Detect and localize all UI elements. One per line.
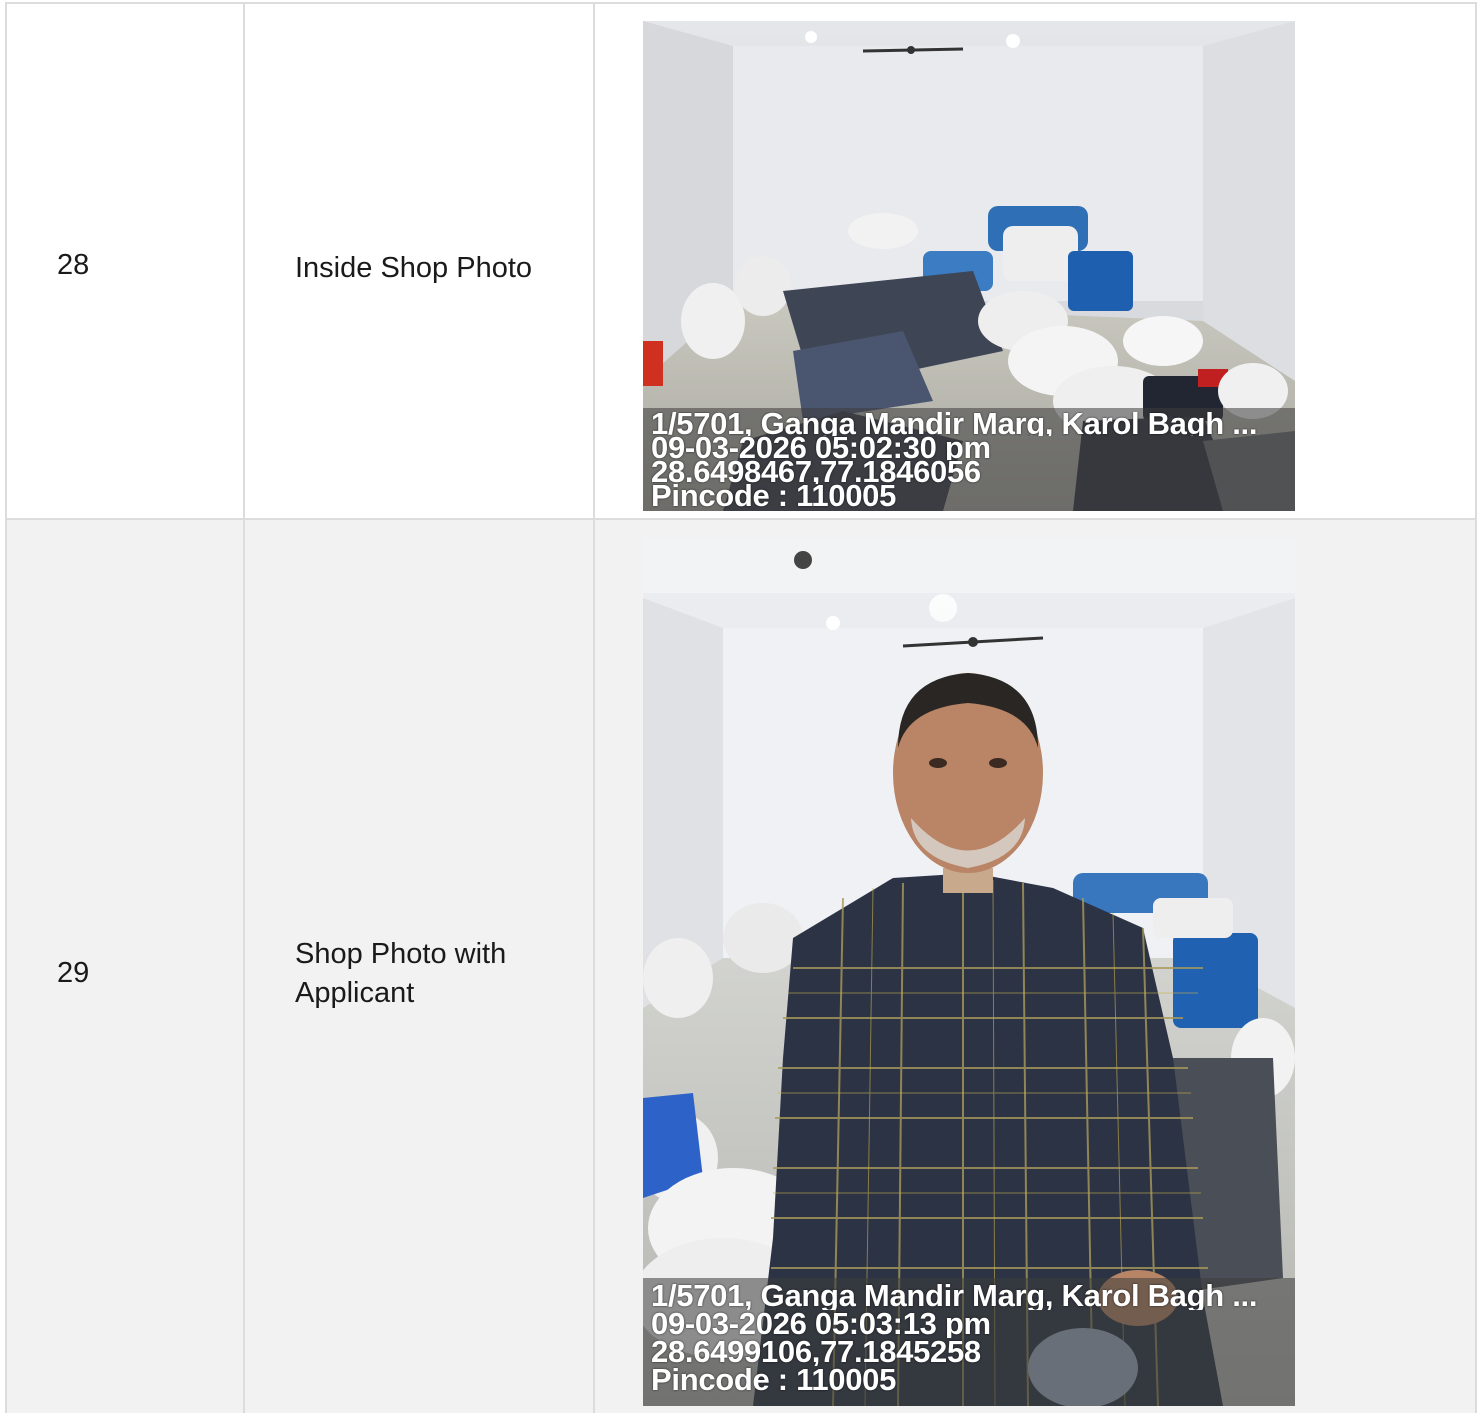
label-cell: Shop Photo with Applicant <box>245 520 595 1413</box>
table-row: 29 Shop Photo with Applicant 1/5701, Gan… <box>7 518 1475 1413</box>
image-cell: 1/5701, Ganga Mandir Marg, Karol Bagh ..… <box>595 4 1475 518</box>
geo-datetime: 09-03-2026 05:03:13 pm <box>651 1310 991 1338</box>
geo-stamp-overlay: 1/5701, Ganga Mandir Marg, Karol Bagh ..… <box>643 1278 1295 1406</box>
geo-datetime: 09-03-2026 05:02:30 pm <box>651 436 991 460</box>
geo-address: 1/5701, Ganga Mandir Marg, Karol Bagh ..… <box>651 412 1258 436</box>
serial-cell: 28 <box>7 4 245 518</box>
image-cell: 1/5701, Ganga Mandir Marg, Karol Bagh ..… <box>595 520 1475 1413</box>
shop-photo-with-applicant: 1/5701, Ganga Mandir Marg, Karol Bagh ..… <box>643 538 1295 1406</box>
serial-number: 29 <box>57 957 90 989</box>
geo-pincode: Pincode : 110005 <box>651 1366 897 1394</box>
photo-label: Inside Shop Photo <box>295 252 533 284</box>
label-cell: Inside Shop Photo <box>245 4 595 518</box>
geo-stamp-overlay: 1/5701, Ganga Mandir Marg, Karol Bagh ..… <box>643 408 1295 511</box>
serial-cell: 29 <box>7 520 245 1413</box>
geo-pincode: Pincode : 110005 <box>651 484 897 508</box>
serial-number: 28 <box>57 249 90 281</box>
geo-coordinates: 28.6499106,77.1845258 <box>651 1338 981 1366</box>
geo-address: 1/5701, Ganga Mandir Marg, Karol Bagh ..… <box>651 1282 1258 1310</box>
geo-coordinates: 28.6498467,77.1846056 <box>651 460 981 484</box>
inside-shop-photo: 1/5701, Ganga Mandir Marg, Karol Bagh ..… <box>643 21 1295 511</box>
shop-photo-with-applicant-image <box>643 538 1295 1406</box>
photo-label: Shop Photo with Applicant <box>295 938 507 1009</box>
table-row: 28 Inside Shop Photo 1/5701, Ganga Mandi… <box>7 2 1475 518</box>
photo-table: 28 Inside Shop Photo 1/5701, Ganga Mandi… <box>5 2 1477 1413</box>
